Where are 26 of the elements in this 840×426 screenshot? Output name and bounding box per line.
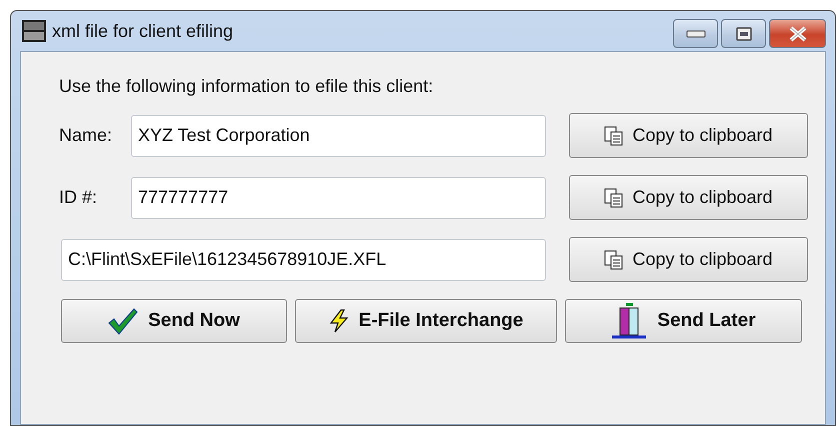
check-icon (108, 307, 138, 335)
action-button[interactable]: Send Later (565, 299, 802, 343)
action-button[interactable]: E-File Interchange (295, 299, 557, 343)
close-button[interactable] (769, 19, 826, 48)
lightning-icon (328, 309, 349, 333)
clipboard-icon (604, 250, 624, 270)
clipboard-icon (604, 126, 624, 146)
field-label: Name: (59, 125, 114, 146)
maximize-button[interactable] (721, 19, 766, 48)
field-label: ID #: (59, 187, 98, 208)
text-field[interactable]: XYZ Test Corporation (131, 114, 546, 156)
copy-button[interactable]: Copy to clipboard (569, 175, 808, 220)
copy-button[interactable]: Copy to clipboard (569, 113, 808, 158)
maximize-icon (736, 26, 752, 40)
app-logo-icon (22, 20, 46, 42)
window-title: xml file for client efiling (52, 20, 234, 42)
text-field[interactable]: C:\Flint\SxEFile\1612345678910JE.XFL (61, 238, 546, 280)
building-icon (611, 302, 648, 340)
minimize-button[interactable] (673, 19, 718, 48)
action-button[interactable]: Send Now (61, 299, 287, 343)
instruction-text: Use the following information to efile this client: (59, 76, 434, 97)
close-icon (788, 26, 808, 42)
text-field[interactable]: 777777777 (131, 176, 546, 218)
minimize-icon (686, 30, 706, 38)
clipboard-icon (604, 188, 624, 208)
copy-button[interactable]: Copy to clipboard (569, 237, 808, 282)
